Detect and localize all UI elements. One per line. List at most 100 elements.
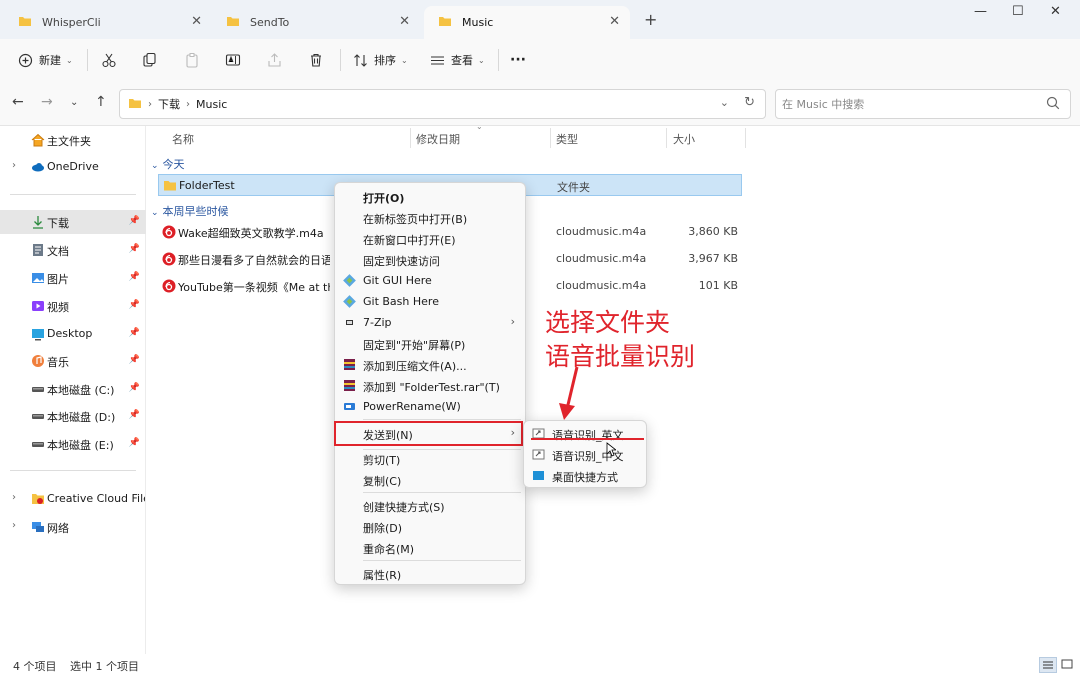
- home-icon: [31, 133, 45, 147]
- sidebar-item-drive-e[interactable]: 本地磁盘 (E:) 📌: [0, 432, 146, 456]
- close-icon[interactable]: ✕: [399, 14, 410, 29]
- search-input[interactable]: 在 Music 中搜索: [775, 89, 1071, 119]
- sidebar-item-drive-c[interactable]: 本地磁盘 (C:) 📌: [0, 377, 146, 401]
- menu-item-powerrename[interactable]: PowerRename(W): [335, 396, 525, 417]
- tab-music[interactable]: Music ✕: [424, 6, 630, 39]
- menu-item-open-new-window[interactable]: 在新窗口中打开(E): [335, 228, 525, 249]
- cut-button[interactable]: [101, 39, 117, 81]
- sidebar-item-downloads[interactable]: 下载 📌: [0, 210, 146, 234]
- sidebar-item-creative-cloud[interactable]: › Creative Cloud Files: [0, 487, 146, 511]
- view-button[interactable]: 查看 ⌄: [430, 39, 485, 81]
- menu-item-open[interactable]: 打开(O): [335, 186, 525, 207]
- menu-item-create-shortcut[interactable]: 创建快捷方式(S): [335, 495, 525, 516]
- sidebar-item-network[interactable]: › 网络: [0, 515, 146, 539]
- pin-icon[interactable]: 📌: [129, 216, 140, 226]
- details-view-button[interactable]: [1039, 657, 1057, 673]
- column-divider[interactable]: [550, 128, 551, 148]
- menu-item-rename[interactable]: 重命名(M): [335, 537, 525, 558]
- menu-item-7zip[interactable]: 7-Zip ›: [335, 312, 525, 333]
- title-bar: WhisperCli ✕ SendTo ✕ Music ✕ + — ☐ ✕: [0, 0, 1080, 39]
- recent-chevron-icon[interactable]: ⌄: [70, 97, 78, 108]
- rename-button[interactable]: [225, 39, 241, 81]
- column-divider[interactable]: [745, 128, 746, 148]
- sidebar-item-home[interactable]: 主文件夹: [0, 128, 146, 152]
- sidebar-item-pictures[interactable]: 图片 📌: [0, 266, 146, 290]
- sidebar-item-videos[interactable]: 视频 📌: [0, 294, 146, 318]
- sort-button[interactable]: 排序 ⌄: [353, 39, 408, 81]
- group-header-earlier[interactable]: ⌄ 本周早些时候: [151, 203, 229, 219]
- menu-item-open-new-tab[interactable]: 在新标签页中打开(B): [335, 207, 525, 228]
- menu-item-pin-quick-access[interactable]: 固定到快速访问: [335, 249, 525, 270]
- menu-item-label: 重命名(M): [363, 543, 415, 556]
- sidebar-item-music[interactable]: 音乐 📌: [0, 349, 146, 373]
- status-item-count: 4 个项目: [13, 660, 57, 673]
- more-button[interactable]: ···: [510, 39, 526, 81]
- refresh-icon[interactable]: ↻: [744, 95, 755, 110]
- git-icon: [343, 295, 356, 308]
- trash-icon: [308, 52, 324, 68]
- submenu-item-speech-english[interactable]: 语音识别_英文: [524, 423, 646, 444]
- close-icon[interactable]: ✕: [609, 14, 620, 29]
- chevron-right-icon[interactable]: ›: [12, 160, 16, 171]
- menu-item-copy[interactable]: 复制(C): [335, 469, 525, 490]
- maximize-icon[interactable]: ☐: [1012, 4, 1024, 19]
- breadcrumb-music[interactable]: Music: [196, 98, 227, 111]
- menu-item-git-gui[interactable]: Git GUI Here: [335, 270, 525, 291]
- sidebar-item-desktop[interactable]: Desktop 📌: [0, 322, 146, 346]
- forward-arrow-icon[interactable]: →: [41, 94, 53, 110]
- column-header-name[interactable]: 名称: [172, 131, 194, 147]
- menu-item-properties[interactable]: 属性(R): [335, 563, 525, 584]
- menu-item-add-archive[interactable]: 添加到压缩文件(A)...: [335, 354, 525, 375]
- chevron-down-icon: ⌄: [151, 208, 159, 218]
- menu-item-pin-start[interactable]: 固定到"开始"屏幕(P): [335, 333, 525, 354]
- column-header-modified[interactable]: 修改日期: [416, 131, 460, 147]
- new-tab-icon[interactable]: +: [644, 10, 657, 29]
- column-header-size[interactable]: 大小: [673, 131, 695, 147]
- share-button[interactable]: [267, 39, 283, 81]
- menu-item-git-bash[interactable]: Git Bash Here: [335, 291, 525, 312]
- pin-icon[interactable]: 📌: [129, 272, 140, 282]
- drive-icon: [31, 437, 45, 451]
- paste-button[interactable]: [184, 39, 200, 81]
- group-header-today[interactable]: ⌄ 今天: [151, 156, 185, 172]
- up-arrow-icon[interactable]: ↑: [95, 94, 107, 110]
- chevron-down-icon[interactable]: ⌄: [720, 96, 729, 109]
- pin-icon[interactable]: 📌: [129, 328, 140, 338]
- column-header-type[interactable]: 类型: [556, 131, 578, 147]
- submenu-item-speech-chinese[interactable]: 语音识别_中文: [524, 444, 646, 465]
- copy-button[interactable]: [142, 39, 158, 81]
- scissors-icon: [101, 52, 117, 68]
- tiles-view-button[interactable]: [1059, 657, 1077, 673]
- menu-item-label: 在新窗口中打开(E): [363, 234, 456, 247]
- minimize-icon[interactable]: —: [974, 4, 987, 19]
- documents-icon: [31, 243, 45, 257]
- menu-item-delete[interactable]: 删除(D): [335, 516, 525, 537]
- sidebar-item-documents[interactable]: 文档 📌: [0, 238, 146, 262]
- new-button[interactable]: 新建 ⌄: [18, 39, 73, 81]
- delete-button[interactable]: [308, 39, 324, 81]
- menu-item-label: 创建快捷方式(S): [363, 501, 445, 514]
- chevron-right-icon[interactable]: ›: [12, 492, 16, 503]
- menu-item-add-rar[interactable]: 添加到 "FolderTest.rar"(T): [335, 375, 525, 396]
- pin-icon[interactable]: 📌: [129, 383, 140, 393]
- window-close-icon[interactable]: ✕: [1050, 4, 1061, 19]
- breadcrumb-downloads[interactable]: 下载: [158, 96, 180, 112]
- sidebar-item-drive-d[interactable]: 本地磁盘 (D:) 📌: [0, 404, 146, 428]
- pin-icon[interactable]: 📌: [129, 244, 140, 254]
- pin-icon[interactable]: 📌: [129, 410, 140, 420]
- sidebar-item-onedrive[interactable]: › OneDrive: [0, 155, 146, 179]
- menu-item-cut[interactable]: 剪切(T): [335, 448, 525, 469]
- group-label: 今天: [162, 158, 185, 171]
- back-arrow-icon[interactable]: ←: [12, 94, 24, 110]
- column-divider[interactable]: [410, 128, 411, 148]
- tab-whispercli[interactable]: WhisperCli ✕: [4, 6, 212, 39]
- column-divider[interactable]: [666, 128, 667, 148]
- submenu-item-desktop-shortcut[interactable]: 桌面快捷方式: [524, 465, 646, 486]
- close-icon[interactable]: ✕: [191, 14, 202, 29]
- pin-icon[interactable]: 📌: [129, 300, 140, 310]
- pin-icon[interactable]: 📌: [129, 355, 140, 365]
- address-bar[interactable]: › 下载 › Music ⌄ ↻: [119, 89, 766, 119]
- chevron-right-icon[interactable]: ›: [12, 520, 16, 531]
- tab-sendto[interactable]: SendTo ✕: [212, 6, 420, 39]
- pin-icon[interactable]: 📌: [129, 438, 140, 448]
